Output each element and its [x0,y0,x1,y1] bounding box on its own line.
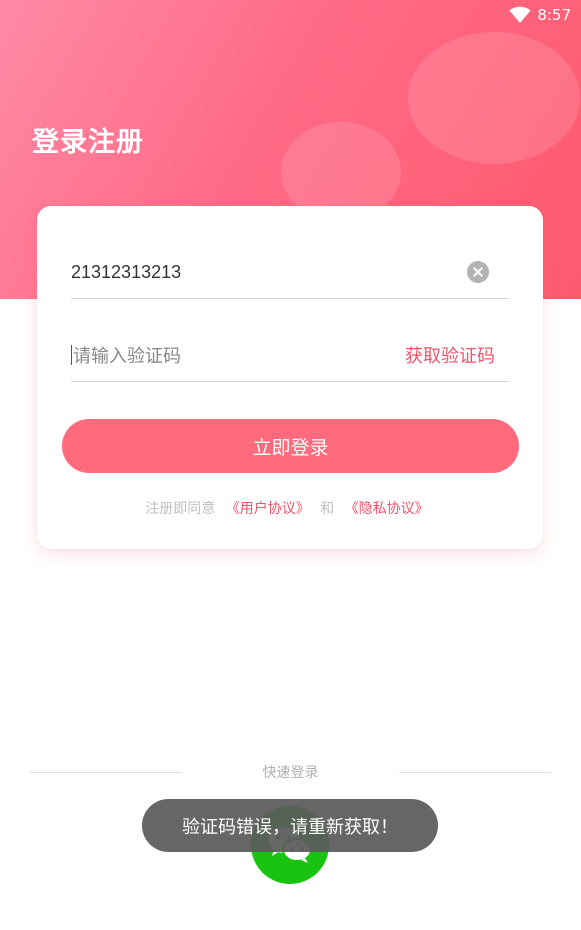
agreement-prefix: 注册即同意 [145,501,216,517]
clear-icon[interactable] [467,261,489,283]
login-button[interactable]: 立即登录 [62,419,519,473]
wifi-icon [509,6,531,23]
login-screen: 8:57 登录注册 21312313213 请输入验证码 获取验证码 立即登录 … [0,0,581,930]
agreement-text: 注册即同意 《用户协议》 和 《隐私协议》 [37,498,543,518]
decorative-bubble [408,32,580,164]
code-field[interactable]: 请输入验证码 获取验证码 [71,329,509,382]
page-title: 登录注册 [32,127,144,158]
status-time: 8:57 [537,6,571,24]
text-cursor [71,345,72,365]
status-bar: 8:57 [509,4,571,26]
phone-field[interactable]: 21312313213 [71,246,509,299]
phone-input[interactable]: 21312313213 [71,262,467,283]
user-agreement-link[interactable]: 《用户协议》 [226,501,310,517]
agreement-and: 和 [320,501,335,517]
quick-login-section: 快速登录 [0,762,581,782]
code-input[interactable]: 请输入验证码 [73,342,405,368]
privacy-policy-link[interactable]: 《隐私协议》 [345,501,429,517]
login-card: 21312313213 请输入验证码 获取验证码 立即登录 注册即同意 《用户协… [37,206,543,549]
error-toast: 验证码错误，请重新获取！ [142,799,438,852]
divider [399,772,551,773]
get-code-button[interactable]: 获取验证码 [405,342,495,368]
